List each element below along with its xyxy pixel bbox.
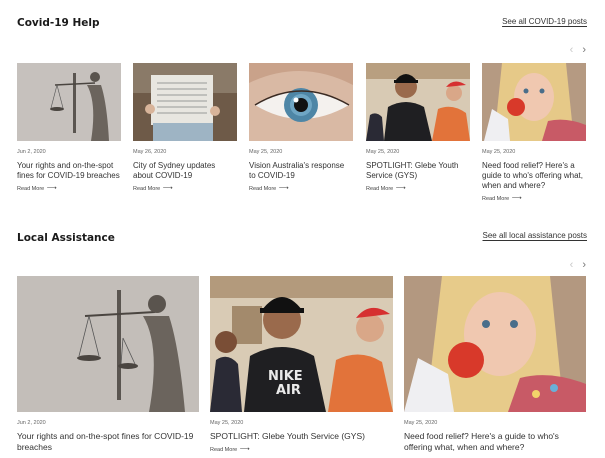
eye-image[interactable] [249, 63, 353, 141]
girl-apple-image[interactable] [482, 63, 586, 141]
arrow-right-icon: ⟶ [46, 185, 57, 192]
chevron-right-icon[interactable]: › [582, 44, 586, 56]
svg-text:NIKE: NIKE [268, 369, 303, 384]
post-date: Jun 2, 2020 [17, 149, 46, 155]
young-men-image[interactable] [366, 63, 470, 141]
post-date: May 25, 2020 [482, 149, 516, 155]
covid-card-4[interactable]: May 25, 2020 SPOTLIGHT: Glebe Youth Serv… [366, 63, 470, 192]
post-date: May 25, 2020 [210, 420, 244, 426]
post-date: May 25, 2020 [404, 420, 438, 426]
see-all-covid-link[interactable]: See all COVID-19 posts [502, 17, 587, 26]
young-men-image[interactable]: NIKE AIR [210, 276, 393, 412]
local-card-3[interactable]: May 25, 2020 Need food relief? Here's a … [404, 276, 586, 453]
read-more-link[interactable]: Read More ⟶ [482, 194, 586, 202]
read-more-link[interactable]: Read More ⟶ [366, 184, 470, 192]
chevron-right-icon[interactable]: › [582, 259, 586, 271]
covid-section: Covid-19 Help See all COVID-19 posts ‹ ›… [0, 0, 605, 215]
post-title[interactable]: Need food relief? Here's a guide to who'… [404, 431, 586, 453]
chevron-left-icon[interactable]: ‹ [570, 44, 574, 56]
lady-justice-image[interactable] [17, 63, 121, 141]
lady-justice-image[interactable] [17, 276, 199, 412]
read-more-link[interactable]: Read More ⟶ [249, 184, 353, 192]
newspaper-image[interactable] [133, 63, 237, 141]
arrow-right-icon: ⟶ [239, 446, 250, 453]
arrow-right-icon: ⟶ [511, 195, 522, 202]
read-more-link[interactable]: Read More ⟶ [210, 445, 393, 453]
svg-text:AIR: AIR [276, 383, 301, 398]
chevron-left-icon[interactable]: ‹ [570, 259, 574, 271]
see-all-local-link[interactable]: See all local assistance posts [483, 231, 588, 240]
read-more-link[interactable]: Read More ⟶ [133, 184, 237, 192]
post-date: May 25, 2020 [249, 149, 283, 155]
post-title[interactable]: City of Sydney updates about COVID-19 [133, 161, 237, 181]
post-title[interactable]: SPOTLIGHT: Glebe Youth Service (GYS) [210, 431, 393, 442]
post-title[interactable]: Vision Australia's response to COVID-19 [249, 161, 353, 181]
covid-card-3[interactable]: May 25, 2020 Vision Australia's response… [249, 63, 353, 192]
post-title[interactable]: Need food relief? Here's a guide to who'… [482, 161, 586, 191]
covid-section-title: Covid-19 Help [17, 17, 100, 29]
post-title[interactable]: SPOTLIGHT: Glebe Youth Service (GYS) [366, 161, 470, 181]
post-date: May 25, 2020 [366, 149, 400, 155]
post-date: Jun 2, 2020 [17, 420, 46, 426]
local-section-title: Local Assistance [17, 232, 115, 244]
local-carousel-arrows: ‹ › [564, 259, 586, 271]
arrow-right-icon: ⟶ [395, 185, 406, 192]
covid-carousel-arrows: ‹ › [564, 44, 586, 56]
girl-apple-image[interactable] [404, 276, 586, 412]
arrow-right-icon: ⟶ [278, 185, 289, 192]
covid-card-2[interactable]: May 26, 2020 City of Sydney updates abou… [133, 63, 237, 192]
local-section: Local Assistance See all local assistanc… [0, 215, 605, 458]
read-more-link[interactable]: Read More ⟶ [17, 184, 121, 192]
local-card-2[interactable]: NIKE AIR May 25, 2020 SPOTLIGHT: Glebe Y… [210, 276, 393, 453]
post-title[interactable]: Your rights and on-the-spot fines for CO… [17, 431, 199, 453]
post-title[interactable]: Your rights and on-the-spot fines for CO… [17, 161, 121, 181]
post-date: May 26, 2020 [133, 149, 167, 155]
covid-card-1[interactable]: Jun 2, 2020 Your rights and on-the-spot … [17, 63, 121, 192]
covid-card-5[interactable]: May 25, 2020 Need food relief? Here's a … [482, 63, 586, 202]
local-card-1[interactable]: Jun 2, 2020 Your rights and on-the-spot … [17, 276, 199, 453]
arrow-right-icon: ⟶ [162, 185, 173, 192]
